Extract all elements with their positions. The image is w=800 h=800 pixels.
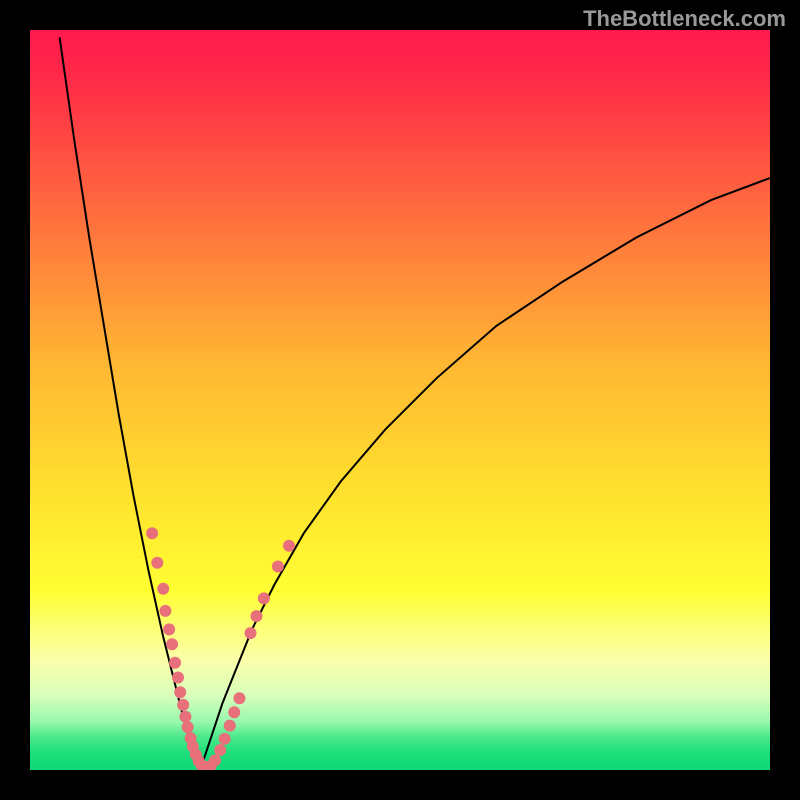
data-point <box>219 733 231 745</box>
data-point <box>177 699 189 711</box>
data-point <box>209 754 221 766</box>
data-point <box>146 527 158 539</box>
data-point <box>159 605 171 617</box>
watermark-text: TheBottleneck.com <box>583 6 786 32</box>
data-point <box>151 557 163 569</box>
data-point <box>172 672 184 684</box>
data-point <box>214 744 226 756</box>
data-point <box>182 721 194 733</box>
data-point <box>179 711 191 723</box>
data-point <box>272 561 284 573</box>
data-point <box>283 540 295 552</box>
bottleneck-curve <box>200 178 770 770</box>
data-point <box>224 720 236 732</box>
data-point <box>245 627 257 639</box>
data-point <box>157 583 169 595</box>
data-point <box>258 592 270 604</box>
data-point <box>250 610 262 622</box>
chart-container <box>30 30 770 770</box>
data-point <box>169 657 181 669</box>
data-point <box>228 706 240 718</box>
chart-curves <box>30 30 770 770</box>
data-point <box>233 692 245 704</box>
data-point <box>163 623 175 635</box>
data-point <box>174 686 186 698</box>
data-point <box>166 638 178 650</box>
